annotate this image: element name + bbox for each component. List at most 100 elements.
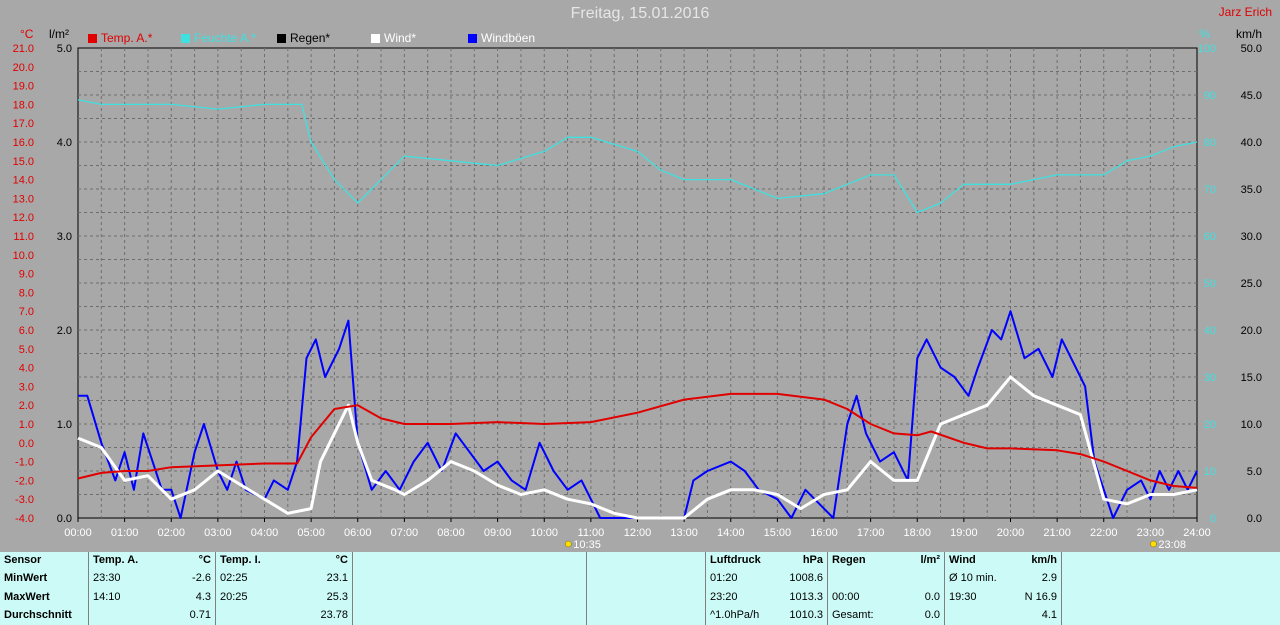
temp-tick-label: -2.0 (15, 475, 34, 487)
sun-marker-icon (1150, 540, 1157, 548)
temp-tick-label: 10.0 (13, 250, 34, 262)
humidity-unit-label: % (1199, 27, 1210, 41)
wind-max-time: 19:30 (944, 588, 1013, 607)
pressure-max-time: 23:20 (705, 588, 774, 607)
tempI-header: Temp. I. (215, 552, 299, 571)
tempA-min-time: 23:30 (88, 570, 167, 589)
legend-swatch (371, 34, 380, 43)
legend-item-humidity[interactable]: Feuchte A.* (181, 31, 256, 45)
wind-tick-label: 25.0 (1241, 278, 1262, 290)
rain-tick-label: 1.0 (57, 419, 72, 431)
temp-tick-label: 6.0 (19, 325, 34, 337)
temp-tick-label: 14.0 (13, 175, 34, 187)
x-tick-label: 19:00 (950, 527, 978, 539)
rain-unit-label: l/m² (49, 27, 69, 41)
empty-cell (1061, 606, 1280, 625)
humidity-tick-label: 90 (1204, 90, 1216, 102)
tempA-min-value: -2.6 (192, 572, 211, 585)
pressure-trend-value: 1010.3 (789, 608, 823, 621)
legend-swatch (181, 34, 190, 43)
tempA-unit: °C (198, 554, 211, 566)
temp-tick-label: 0.0 (19, 438, 34, 450)
marker-time-label: 23:08 (1158, 539, 1186, 551)
empty-cell (586, 606, 706, 625)
x-tick-label: 04:00 (251, 527, 279, 539)
rain-header: Regen (827, 552, 891, 571)
rain-tick-label: 0.0 (57, 513, 72, 525)
tempI-max-value: 25.3 (326, 590, 348, 603)
wind-tick-label: 15.0 (1241, 372, 1262, 384)
humidity-tick-label: 70 (1204, 184, 1216, 196)
rain-unit: l/m² (920, 554, 940, 566)
rain-tick-label: 2.0 (57, 325, 72, 337)
wind-tick-label: 40.0 (1241, 137, 1262, 149)
rain-time: 00:00 (827, 588, 891, 607)
pressure-trend-label: ^1.0hPa/h (705, 606, 774, 625)
empty-cell (352, 570, 587, 589)
legend-item-rain[interactable]: Regen* (277, 31, 330, 45)
rain-total-value: 0.0 (924, 608, 940, 621)
humidity-tick-label: 60 (1204, 231, 1216, 243)
tempA-avg-value: 0.71 (189, 608, 211, 621)
legend-swatch (468, 34, 477, 43)
legend-label: Temp. A.* (101, 31, 153, 45)
temp-tick-label: 13.0 (13, 193, 34, 205)
empty-cell (215, 606, 299, 625)
humidity-tick-label: 50 (1204, 278, 1216, 290)
temp-tick-label: 20.0 (13, 62, 34, 74)
legend-item-temp[interactable]: Temp. A.* (88, 31, 152, 45)
humidity-tick-label: 20 (1204, 419, 1216, 431)
min-row-label: MinWert (4, 572, 48, 585)
x-tick-label: 21:00 (1043, 527, 1071, 539)
humidity-tick-label: 10 (1204, 466, 1216, 478)
sensor-header: Sensor (4, 554, 42, 566)
x-tick-label: 12:00 (624, 527, 652, 539)
empty-cell (88, 606, 167, 625)
wind-unit: km/h (1031, 554, 1057, 566)
empty-cell (352, 588, 587, 607)
temp-unit-label: °C (20, 27, 34, 41)
x-tick-label: 02:00 (157, 527, 185, 539)
legend-item-gusts[interactable]: Windböen (468, 31, 535, 45)
tempI-max-time: 20:25 (215, 588, 299, 607)
temp-tick-label: 3.0 (19, 381, 34, 393)
wind-tick-label: 20.0 (1241, 325, 1262, 337)
author-label: Jarz Erich (1218, 5, 1272, 19)
stats-panel: Sensor Temp. A. °C Temp. I. °C Luftdruck… (0, 552, 1280, 625)
pressure-max-value: 1013.3 (789, 590, 823, 603)
empty-column (352, 552, 587, 571)
empty-cell (586, 588, 706, 607)
wind-tick-label: 10.0 (1241, 419, 1262, 431)
wind-avg-value: 2.9 (1041, 572, 1057, 585)
wind-tick-label: 0.0 (1247, 513, 1262, 525)
wind-tick-label: 5.0 (1247, 466, 1262, 478)
x-tick-label: 24:00 (1183, 527, 1211, 539)
rain-total-label: Gesamt: (827, 606, 891, 625)
x-tick-label: 05:00 (297, 527, 325, 539)
rain-tick-label: 4.0 (57, 137, 72, 149)
temp-tick-label: 4.0 (19, 363, 34, 375)
sun-marker-icon (565, 540, 572, 548)
temp-tick-label: 9.0 (19, 269, 34, 281)
wind-avg-day-value: 4.1 (1041, 608, 1057, 621)
wind-avg-label: Ø 10 min. (944, 570, 1013, 589)
x-tick-label: 20:00 (997, 527, 1025, 539)
marker-time-label: 10:35 (573, 539, 601, 551)
x-tick-label: 18:00 (903, 527, 931, 539)
x-tick-label: 23:00 (1137, 527, 1165, 539)
x-tick-label: 10:00 (530, 527, 558, 539)
empty-cell (586, 570, 706, 589)
legend-label: Feuchte A.* (194, 31, 257, 45)
rain-tick-label: 5.0 (57, 43, 72, 55)
temp-tick-label: -4.0 (15, 513, 34, 525)
wind-header: Wind (944, 552, 1013, 571)
tempI-avg-value: 23.78 (320, 608, 348, 621)
legend-label: Regen* (290, 31, 331, 45)
temp-tick-label: 7.0 (19, 306, 34, 318)
legend-item-wind[interactable]: Wind* (371, 31, 416, 45)
pressure-unit: hPa (802, 554, 823, 566)
temp-tick-label: 17.0 (13, 118, 34, 130)
chart-svg: -4.0 -3.0 -2.0 -1.0 0.0 1.0 2.0 3.0 4.0 5.0 6.0 7.0… (13, 43, 1262, 551)
x-tick-label: 06:00 (344, 527, 372, 539)
tempI-min-time: 02:25 (215, 570, 299, 589)
